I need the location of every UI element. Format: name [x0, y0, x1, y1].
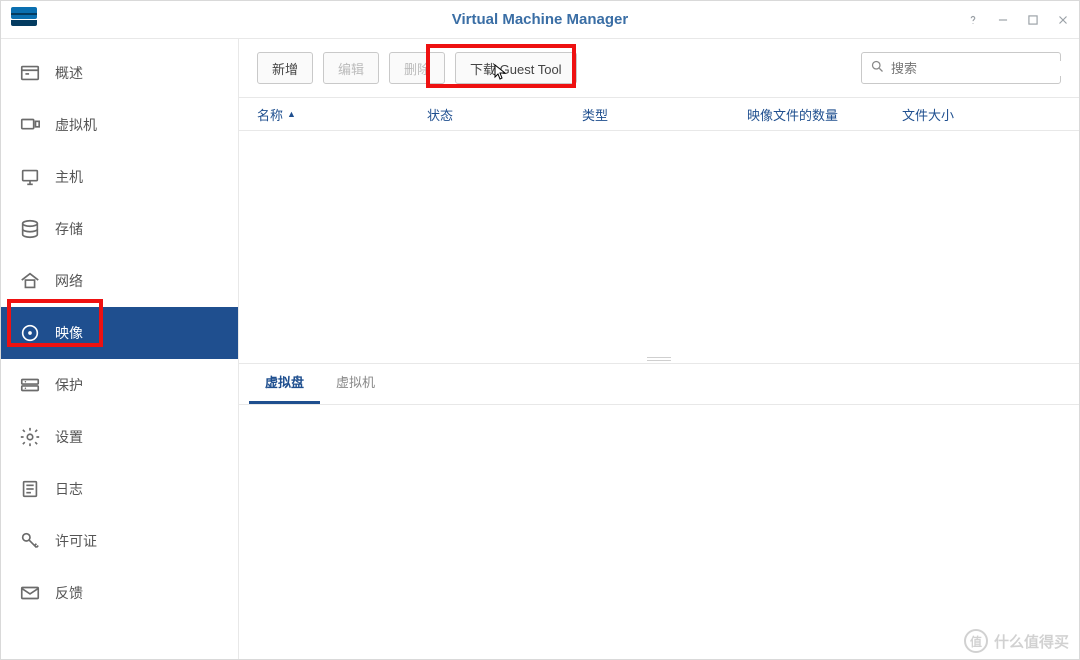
sidebar-item-label: 日志 — [55, 479, 83, 499]
titlebar: Virtual Machine Manager — [1, 1, 1079, 39]
sidebar-item-vm[interactable]: 虚拟机 — [1, 99, 238, 151]
column-type[interactable]: 类型 — [570, 105, 735, 124]
sidebar-item-license[interactable]: 许可证 — [1, 515, 238, 567]
sidebar-item-overview[interactable]: 概述 — [1, 47, 238, 99]
column-count[interactable]: 映像文件的数量 — [735, 105, 890, 124]
sidebar-item-label: 保护 — [55, 375, 83, 395]
search-input[interactable] — [891, 61, 1067, 76]
main-panel: 新增 编辑 删除 下载 Guest Tool 名称▲ 状态 类型 映像文件的数量… — [239, 39, 1079, 659]
sort-asc-icon: ▲ — [287, 109, 296, 119]
tab-content — [239, 405, 1079, 659]
vm-icon — [19, 114, 41, 136]
app-window: Virtual Machine Manager 概述 虚拟机 主机 — [0, 0, 1080, 660]
search-box[interactable] — [861, 52, 1061, 84]
gear-icon — [19, 426, 41, 448]
key-icon — [19, 530, 41, 552]
window-title: Virtual Machine Manager — [452, 11, 628, 28]
sidebar-item-network[interactable]: 网络 — [1, 255, 238, 307]
column-status[interactable]: 状态 — [415, 105, 570, 124]
watermark-text: 什么值得买 — [994, 631, 1069, 652]
watermark: 值 什么值得买 — [964, 629, 1069, 653]
minimize-icon[interactable] — [995, 12, 1011, 28]
delete-button[interactable]: 删除 — [389, 52, 445, 84]
sidebar-item-storage[interactable]: 存储 — [1, 203, 238, 255]
sidebar-item-label: 网络 — [55, 271, 83, 291]
table-body — [239, 131, 1079, 355]
sidebar-item-host[interactable]: 主机 — [1, 151, 238, 203]
close-icon[interactable] — [1055, 12, 1071, 28]
storage-icon — [19, 218, 41, 240]
sidebar-item-protect[interactable]: 保护 — [1, 359, 238, 411]
column-size[interactable]: 文件大小 — [890, 105, 1045, 124]
table-header: 名称▲ 状态 类型 映像文件的数量 文件大小 — [239, 97, 1079, 131]
sidebar-item-label: 存储 — [55, 219, 83, 239]
add-button[interactable]: 新增 — [257, 52, 313, 84]
sidebar-item-settings[interactable]: 设置 — [1, 411, 238, 463]
sidebar-item-feedback[interactable]: 反馈 — [1, 567, 238, 619]
sidebar-item-label: 设置 — [55, 427, 83, 447]
sidebar: 概述 虚拟机 主机 存储 网络 映像 — [1, 39, 239, 659]
sidebar-item-log[interactable]: 日志 — [1, 463, 238, 515]
protect-icon — [19, 374, 41, 396]
sidebar-item-label: 虚拟机 — [55, 115, 97, 135]
sidebar-item-label: 映像 — [55, 323, 83, 343]
tab-vm[interactable]: 虚拟机 — [320, 362, 391, 404]
host-icon — [19, 166, 41, 188]
image-icon — [19, 322, 41, 344]
maximize-icon[interactable] — [1025, 12, 1041, 28]
sidebar-item-image[interactable]: 映像 — [1, 307, 238, 359]
watermark-badge: 值 — [964, 629, 988, 653]
column-name[interactable]: 名称▲ — [245, 105, 415, 124]
log-icon — [19, 478, 41, 500]
sidebar-item-label: 概述 — [55, 63, 83, 83]
download-guest-tool-button[interactable]: 下载 Guest Tool — [455, 52, 577, 84]
mail-icon — [19, 582, 41, 604]
tab-vdisk[interactable]: 虚拟盘 — [249, 362, 320, 404]
edit-button[interactable]: 编辑 — [323, 52, 379, 84]
sidebar-item-label: 反馈 — [55, 583, 83, 603]
overview-icon — [19, 62, 41, 84]
window-controls — [965, 1, 1071, 39]
toolbar: 新增 编辑 删除 下载 Guest Tool — [239, 39, 1079, 97]
help-icon[interactable] — [965, 12, 981, 28]
sidebar-item-label: 主机 — [55, 167, 83, 187]
network-icon — [19, 270, 41, 292]
sidebar-item-label: 许可证 — [55, 531, 97, 551]
app-icon — [11, 7, 39, 29]
search-icon — [870, 59, 885, 77]
detail-tabs: 虚拟盘 虚拟机 — [239, 363, 1079, 405]
